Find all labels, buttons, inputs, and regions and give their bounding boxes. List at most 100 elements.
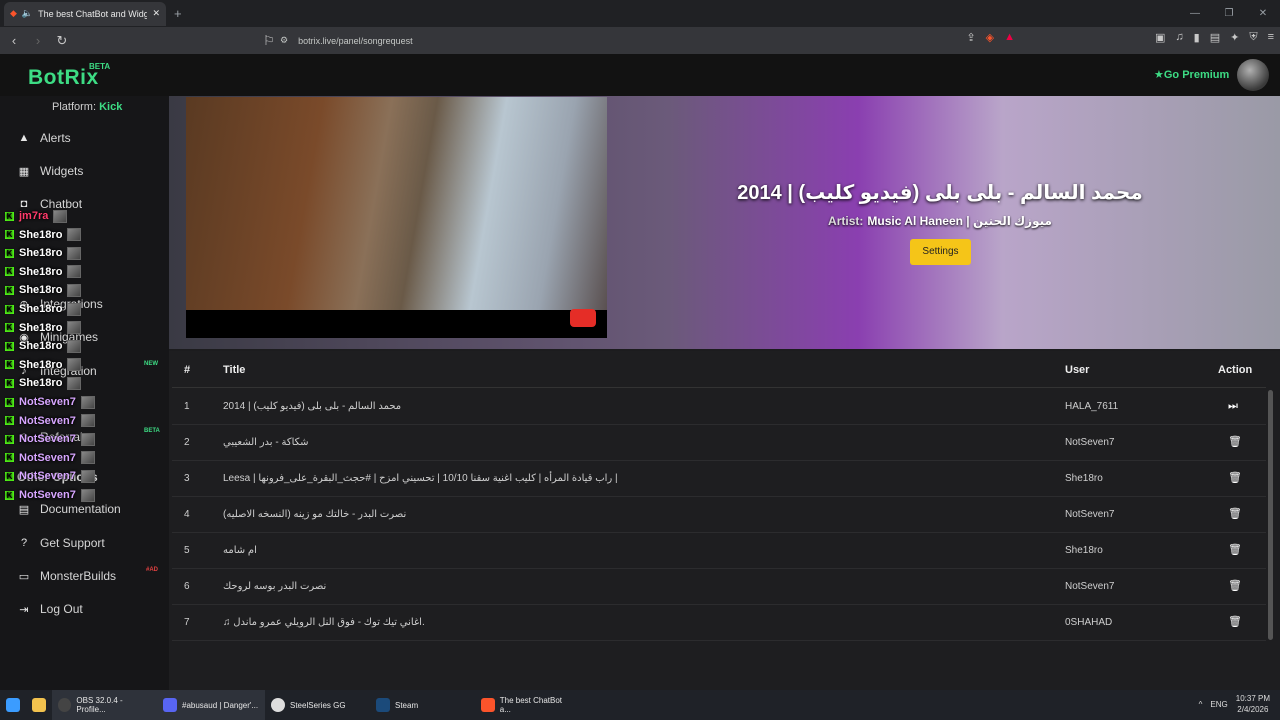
file-explorer-button[interactable] <box>26 690 52 720</box>
trash-icon[interactable]: 🗑 <box>1228 533 1242 568</box>
video-player[interactable] <box>186 97 607 338</box>
go-premium-label: Go Premium <box>1163 69 1230 81</box>
skip-icon[interactable]: ⏭ <box>1228 389 1238 424</box>
obs-icon <box>58 698 72 712</box>
table-row: 7 ♫ اغاني تيك توك - فوق النل الرويلي عمرو… <box>172 605 1266 641</box>
chat-message: K She18ro <box>5 338 82 354</box>
emote-icon <box>67 228 82 242</box>
kick-icon: K <box>5 211 14 221</box>
row-title: شكاكة - بدر الشعيبي <box>223 437 309 448</box>
taskbar-obs[interactable]: OBS 32.0.4 - Profile... <box>52 690 157 720</box>
chat-message: K NotSeven7 <box>5 394 95 410</box>
emote-icon <box>67 376 82 390</box>
emote-icon <box>67 246 82 260</box>
kick-icon: K <box>5 453 14 463</box>
close-window-icon[interactable]: ✕ <box>1246 0 1280 27</box>
window-controls: — ❐ ✕ <box>1178 0 1280 27</box>
chat-username: She18ro <box>19 247 63 260</box>
row-user: NotSeven7 <box>1065 437 1115 448</box>
taskbar-steelseries[interactable]: SteelSeries GG <box>265 690 370 720</box>
windows-icon <box>6 698 20 712</box>
rewards-icon[interactable]: ▲ <box>1004 31 1015 44</box>
emote-icon <box>80 451 95 465</box>
maximize-icon[interactable]: ❐ <box>1212 0 1246 27</box>
sidebar-item-logout[interactable]: ⇥ Log Out <box>0 601 169 617</box>
emote-icon <box>80 395 95 409</box>
browser-tab[interactable]: ◆ 🔈 The best ChatBot and Widget ✕ <box>4 1 166 26</box>
url-field[interactable]: ⚙ botrix.live/panel/songrequest <box>280 30 1000 51</box>
platform-value: Kick <box>99 101 123 113</box>
vpn-icon[interactable]: ⛨ <box>1249 31 1257 44</box>
kick-icon: K <box>5 397 14 407</box>
new-badge: NEW <box>144 361 158 367</box>
taskbar-brave[interactable]: The best ChatBot a... <box>475 690 580 720</box>
bookmark-icon[interactable]: ⚐ <box>259 33 279 49</box>
chat-message: K NotSeven7 <box>5 487 95 503</box>
back-icon[interactable]: ‹ <box>4 33 24 48</box>
row-title: ام شامه <box>223 545 257 556</box>
menu-icon[interactable]: ≡ <box>1268 31 1274 44</box>
kick-icon: K <box>5 285 14 295</box>
trash-icon[interactable]: 🗑 <box>1228 461 1242 496</box>
close-tab-icon[interactable]: ✕ <box>152 8 160 19</box>
chat-message: K She18ro <box>5 320 82 336</box>
chat-message: K She18ro <box>5 301 82 317</box>
emote-icon <box>67 283 82 297</box>
youtube-subscribe-icon[interactable] <box>570 309 596 327</box>
start-button[interactable] <box>0 690 26 720</box>
chat-username: NotSeven7 <box>19 396 76 408</box>
chat-username: She18ro <box>19 340 63 353</box>
wallet-icon[interactable]: ▤ <box>1210 31 1220 44</box>
music-icon[interactable]: ♫ <box>1175 31 1183 44</box>
share-icon[interactable]: ⇪ <box>966 31 975 44</box>
brave-icon: ◆ <box>10 8 17 18</box>
sidebar-item-get-support[interactable]: ? Get Support <box>0 535 169 551</box>
chat-message: K She18ro <box>5 245 82 261</box>
language-indicator[interactable]: ENG <box>1210 700 1227 709</box>
sidebar-item-documentation[interactable]: ▤ Documentation <box>0 501 169 517</box>
forward-icon[interactable]: › <box>28 33 48 48</box>
sidebar-icon[interactable]: ▮ <box>1194 31 1200 44</box>
clock-date: 2/4/2026 <box>1237 705 1269 714</box>
new-tab-button[interactable]: + <box>174 6 182 21</box>
header-user: User <box>1065 364 1090 376</box>
sidebar-item-widgets[interactable]: ▦ Widgets <box>0 163 169 179</box>
folder-icon <box>32 698 46 712</box>
chat-username: NotSeven7 <box>19 489 76 501</box>
scrollbar[interactable] <box>1268 390 1273 640</box>
site-info-icon[interactable]: ⚙ <box>280 35 288 46</box>
screenshot-icon[interactable]: ▣ <box>1155 31 1165 44</box>
trash-icon[interactable]: 🗑 <box>1228 569 1242 604</box>
table-row: 1 محمد السالم - بلى بلى (فيديو كليب) | 20… <box>172 389 1266 425</box>
brave-shield-icon[interactable]: ◈ <box>986 31 994 44</box>
browser-toolbar: ⇪ ◈ ▲ ▣ ♫ ▮ ▤ ✦ ⛨ ≡ <box>966 31 1274 44</box>
minimize-icon[interactable]: — <box>1178 0 1212 27</box>
chat-message: K NotSeven7 <box>5 413 95 429</box>
reload-icon[interactable]: ↻ <box>52 33 72 49</box>
row-user: 0SHAHAD <box>1065 617 1113 628</box>
sidebar-item-alerts[interactable]: ▲ Alerts <box>0 130 169 146</box>
settings-button[interactable]: Settings <box>910 239 971 265</box>
chevron-up-icon[interactable]: ^ <box>1199 700 1203 709</box>
avatar[interactable] <box>1237 59 1269 91</box>
trash-icon[interactable]: 🗑 <box>1228 605 1242 640</box>
row-title: نصرت البدر - خالتك مو زينه (النسخه الاصل… <box>223 509 407 520</box>
row-user: She18ro <box>1065 545 1103 556</box>
sidebar-item-label: Get Support <box>40 536 105 550</box>
emote-icon <box>80 469 95 483</box>
taskbar-steam[interactable]: Steam <box>370 690 475 720</box>
artist-value: Music Al Haneen | ميوزك الحنين <box>867 214 1052 228</box>
leo-icon[interactable]: ✦ <box>1230 31 1239 44</box>
chat-username: NotSeven7 <box>19 470 76 483</box>
emote-icon <box>67 358 82 372</box>
clock[interactable]: 10:37 PM 2/4/2026 <box>1236 693 1270 715</box>
chat-username: She18ro <box>19 303 63 315</box>
taskbar-discord[interactable]: #abusaud | Danger'... <box>157 690 265 720</box>
trash-icon[interactable]: 🗑 <box>1228 425 1242 460</box>
trash-icon[interactable]: 🗑 <box>1228 497 1242 532</box>
book-icon: ▤ <box>18 503 30 516</box>
audio-icon[interactable]: 🔈 <box>22 8 33 19</box>
go-premium-button[interactable]: ★Go Premium <box>1154 68 1229 81</box>
chat-username: NotSeven7 <box>19 433 76 446</box>
sidebar-item-monsterbuilds[interactable]: ▭ MonsterBuilds <box>0 568 169 584</box>
